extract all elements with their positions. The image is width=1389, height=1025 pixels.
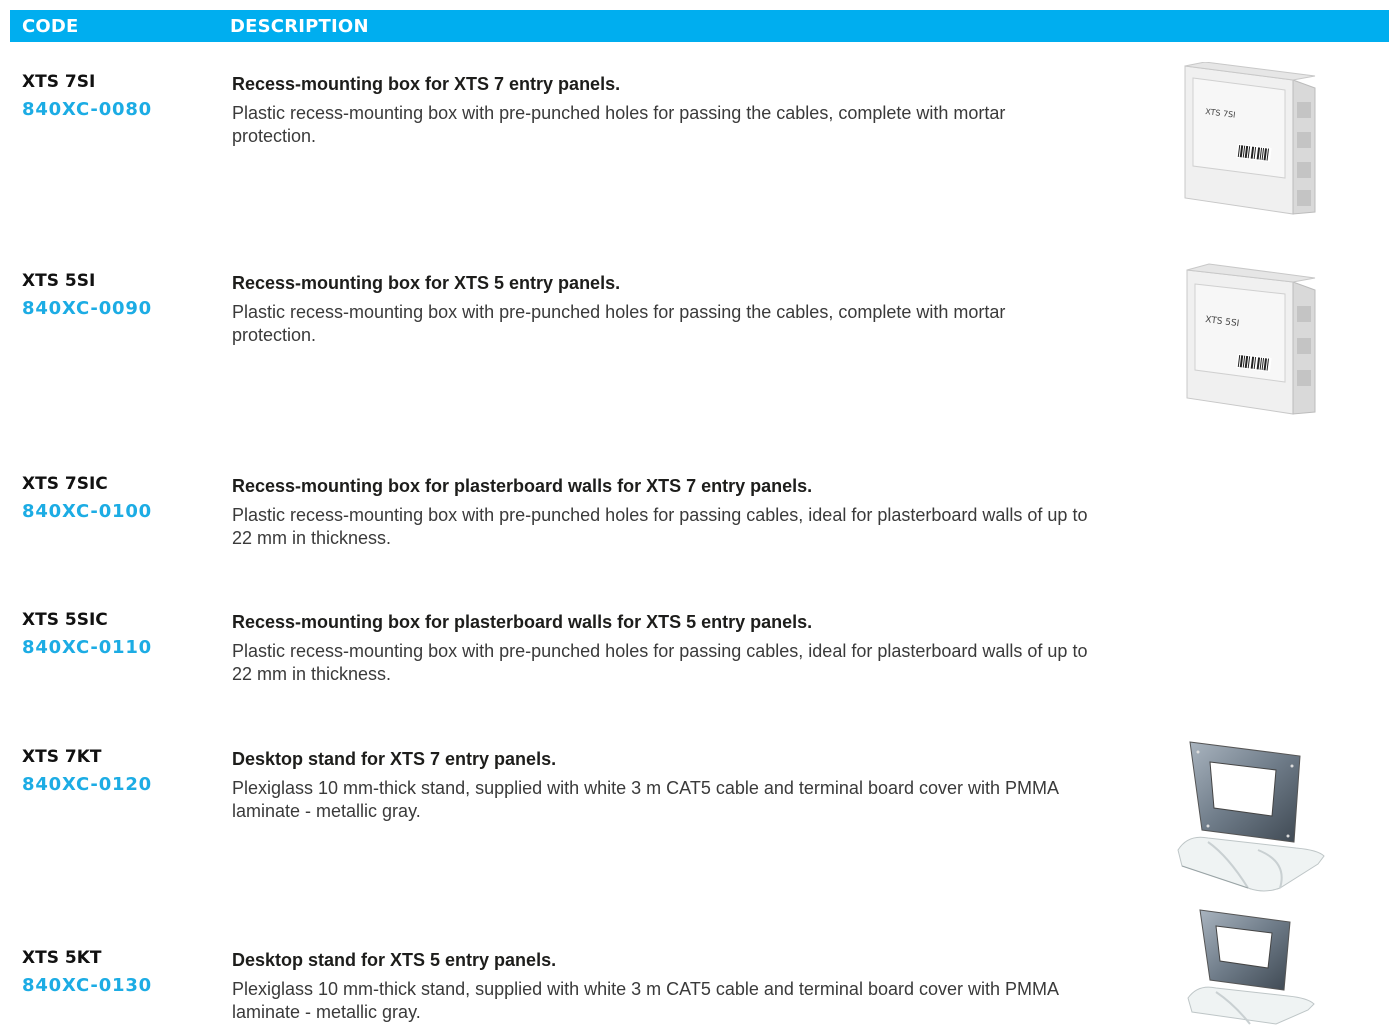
- product-row: XTS 5SIC 840XC-0110 Recess-mounting box …: [0, 610, 1389, 710]
- product-code: 840XC-0130: [22, 975, 153, 996]
- product-code: 840XC-0080: [22, 99, 153, 120]
- product-row: XTS 7SIC 840XC-0100 Recess-mounting box …: [0, 474, 1389, 574]
- product-title: Recess-mounting box for plasterboard wal…: [232, 612, 813, 632]
- product-title: Recess-mounting box for XTS 7 entry pane…: [232, 74, 621, 94]
- product-code: 840XC-0110: [22, 637, 153, 658]
- desktop-stand-xts5kt-image: [1187, 909, 1315, 1025]
- product-title: Desktop stand for XTS 7 entry panels.: [232, 749, 557, 769]
- recess-box-xts7si-image: XTS 7SI: [1184, 62, 1316, 215]
- description-column-header: DESCRIPTION: [230, 16, 369, 37]
- product-description: Plastic recess-mounting box with pre-pun…: [232, 641, 1088, 684]
- product-code: 840XC-0120: [22, 774, 153, 795]
- product-model: XTS 7KT: [22, 747, 102, 767]
- product-title: Desktop stand for XTS 5 entry panels.: [232, 950, 557, 970]
- code-column-header: CODE: [22, 16, 79, 37]
- product-description: Plexiglass 10 mm-thick stand, supplied w…: [232, 979, 1059, 1022]
- product-model: XTS 7SI: [22, 72, 96, 92]
- product-code: 840XC-0090: [22, 298, 153, 319]
- table-header: CODE DESCRIPTION: [10, 10, 1389, 42]
- product-model: XTS 5KT: [22, 948, 102, 968]
- product-title: Recess-mounting box for plasterboard wal…: [232, 476, 813, 496]
- product-model: XTS 7SIC: [22, 474, 108, 494]
- product-description: Plexiglass 10 mm-thick stand, supplied w…: [232, 778, 1059, 821]
- product-code: 840XC-0100: [22, 501, 153, 522]
- product-description: Plastic recess-mounting box with pre-pun…: [232, 103, 1006, 146]
- product-description: Plastic recess-mounting box with pre-pun…: [232, 505, 1088, 548]
- product-model: XTS 5SI: [22, 271, 96, 291]
- desktop-stand-xts7kt-image: [1177, 741, 1325, 892]
- product-description: Plastic recess-mounting box with pre-pun…: [232, 302, 1006, 345]
- product-model: XTS 5SIC: [22, 610, 108, 630]
- product-title: Recess-mounting box for XTS 5 entry pane…: [232, 273, 621, 293]
- recess-box-xts5si-image: XTS 5SI: [1186, 263, 1316, 415]
